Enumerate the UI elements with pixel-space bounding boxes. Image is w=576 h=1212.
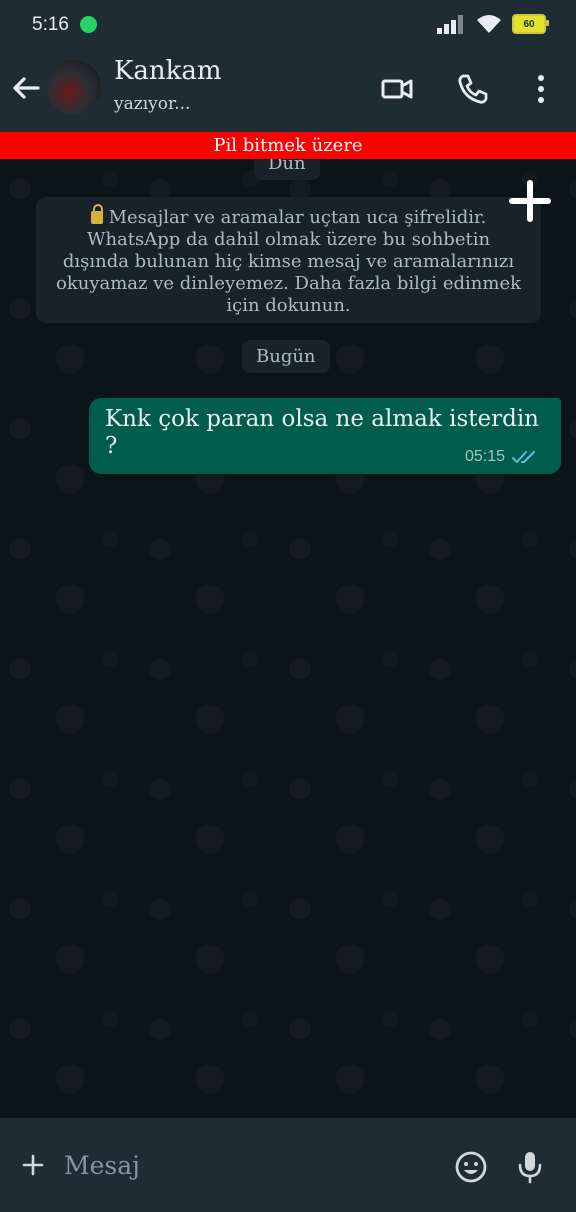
- contact-status: yazıyor...: [114, 94, 191, 114]
- encryption-notice-text: Mesajlar ve aramalar uçtan uca şifrelidi…: [55, 207, 522, 316]
- microphone-icon[interactable]: [516, 1150, 544, 1184]
- chat-header: Kankam yazıyor...: [0, 50, 576, 132]
- lock-icon: [90, 204, 103, 224]
- avatar[interactable]: [47, 60, 101, 114]
- outgoing-message[interactable]: Knk çok paran olsa ne almak isterdin ? 0…: [89, 398, 561, 474]
- more-options-icon[interactable]: [526, 72, 556, 106]
- message-time: 05:15: [464, 448, 505, 465]
- signal-icon: [437, 15, 463, 34]
- whatsapp-notification-icon: [80, 16, 97, 33]
- date-chip-yesterday: Dün: [254, 159, 320, 180]
- emoji-icon[interactable]: [454, 1150, 488, 1184]
- battery-warning-banner: Pil bitmek üzere: [0, 132, 576, 159]
- status-bar: 5:16 60: [0, 0, 576, 50]
- message-meta: 05:15: [465, 448, 537, 466]
- encryption-notice[interactable]: Mesajlar ve aramalar uçtan uca şifrelidi…: [36, 197, 541, 323]
- video-call-icon[interactable]: [380, 72, 414, 106]
- phone-call-icon[interactable]: [456, 72, 490, 106]
- date-chip-today: Bugün: [242, 340, 330, 373]
- status-time: 5:16: [32, 14, 69, 35]
- status-indicators: 60: [436, 14, 549, 34]
- message-input[interactable]: [62, 1144, 426, 1186]
- wifi-icon: [477, 15, 501, 33]
- plus-icon: [509, 180, 551, 222]
- add-button[interactable]: [502, 173, 558, 229]
- contact-name[interactable]: Kankam: [114, 56, 222, 86]
- attach-plus-icon[interactable]: [20, 1152, 46, 1178]
- read-receipt-icon: [512, 451, 535, 463]
- message-input-bar: [0, 1118, 576, 1212]
- battery-icon: 60: [512, 14, 549, 34]
- chat-area[interactable]: Dün Mesajlar ve aramalar uçtan uca şifre…: [0, 159, 576, 1118]
- back-arrow-icon[interactable]: [10, 72, 42, 104]
